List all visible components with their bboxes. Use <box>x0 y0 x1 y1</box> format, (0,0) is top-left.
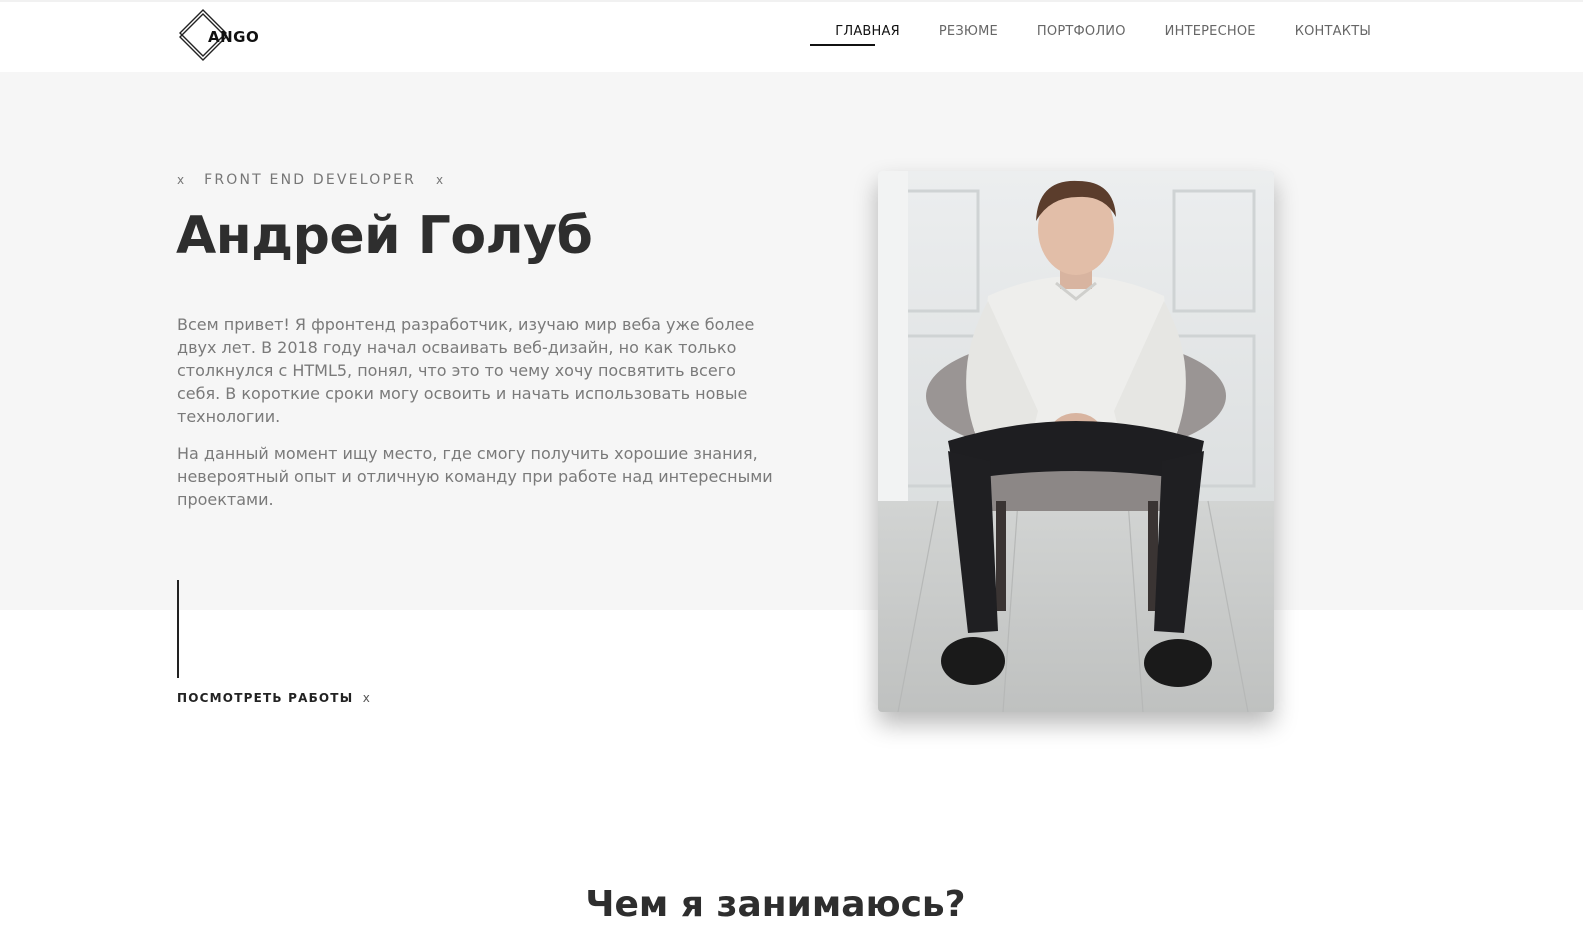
goal-paragraph: На данный момент ищу место, где смогу по… <box>177 444 773 509</box>
logo-text: ANGO <box>208 28 260 46</box>
nav-active-underline <box>810 44 876 46</box>
main-nav: ГЛАВНАЯ РЕЗЮМЕ ПОРТФОЛИО ИНТЕРЕСНОЕ КОНТ… <box>796 24 1371 46</box>
page-title: Андрей Голуб <box>176 206 593 266</box>
role-eyebrow: x FRONT END DEVELOPER x <box>177 172 443 188</box>
nav-item-label: КОНТАКТЫ <box>1294 24 1371 39</box>
eyebrow-mark-right: x <box>436 173 444 187</box>
eyebrow-mark-left: x <box>177 173 185 187</box>
nav-item-label: ГЛАВНАЯ <box>835 24 900 39</box>
profile-photo-illustration <box>878 171 1274 712</box>
view-works-label: ПОСМОТРЕТЬ РАБОТЫ <box>177 691 354 705</box>
nav-item-portfolio[interactable]: ПОРТФОЛИО <box>1037 24 1126 39</box>
site-logo[interactable]: ANGO <box>176 8 266 62</box>
profile-photo <box>878 171 1274 712</box>
nav-item-home[interactable]: ГЛАВНАЯ <box>810 24 900 46</box>
nav-item-label: ПОРТФОЛИО <box>1036 24 1126 39</box>
role-text: FRONT END DEVELOPER <box>204 172 417 188</box>
intro-paragraph: Всем привет! Я фронтенд разработчик, изу… <box>177 315 755 426</box>
view-works-button[interactable]: ПОСМОТРЕТЬ РАБОТЫ x <box>177 691 370 705</box>
section-title: Чем я занимаюсь? <box>585 884 966 925</box>
nav-item-label: ИНТЕРЕСНОЕ <box>1164 24 1256 39</box>
decorative-vertical-line <box>177 580 179 678</box>
view-works-mark: x <box>362 691 370 705</box>
nav-item-resume[interactable]: РЕЗЮМЕ <box>939 24 998 39</box>
nav-item-interesting[interactable]: ИНТЕРЕСНОЕ <box>1165 24 1256 39</box>
nav-item-label: РЕЗЮМЕ <box>938 24 998 39</box>
nav-item-contacts[interactable]: КОНТАКТЫ <box>1295 24 1371 39</box>
site-header: ANGO ГЛАВНАЯ РЕЗЮМЕ ПОРТФОЛИО ИНТЕРЕСНОЕ… <box>0 0 1583 72</box>
